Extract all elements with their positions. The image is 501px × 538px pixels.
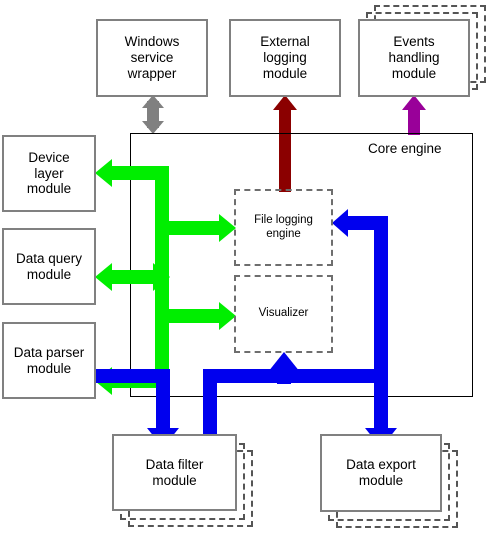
box-visualizer[interactable]: Visualizer <box>234 275 333 353</box>
box-device-layer-module[interactable]: Device layer module <box>2 135 96 212</box>
box-label-device-layer-module: Device layer module <box>26 149 72 197</box>
box-data-export-module[interactable]: Data export module <box>320 434 442 512</box>
box-label-windows-service-wrapper: Windows service wrapper <box>124 34 180 81</box>
box-label-data-query-module: Data query module <box>15 250 83 282</box>
box-label-external-logging-module: External logging module <box>260 34 310 81</box>
box-label-data-parser-module: Data parser module <box>13 344 85 376</box>
box-file-logging-engine[interactable]: File logging engine <box>234 189 333 266</box>
box-label-events-handling-module: Events handling module <box>388 34 440 81</box>
blue-bus-to-file-logging-connector <box>332 209 388 383</box>
box-label-file-logging-engine: File logging engine <box>254 213 313 240</box>
data-filter-to-visualizer-connector <box>203 352 388 439</box>
box-label-data-filter-module: Data filter module <box>145 456 204 488</box>
box-data-filter-module[interactable]: Data filter module <box>112 434 237 511</box>
box-label-data-export-module: Data export module <box>346 457 416 488</box>
diagram-canvas: Core engine Windows service wrapper Exte… <box>0 0 501 538</box>
box-data-query-module[interactable]: Data query module <box>2 228 96 305</box>
box-label-visualizer: Visualizer <box>258 307 309 320</box>
box-events-handling-module[interactable]: Events handling module <box>358 19 470 97</box>
box-data-parser-module[interactable]: Data parser module <box>2 322 96 399</box>
box-windows-service-wrapper[interactable]: Windows service wrapper <box>96 19 208 97</box>
green-bus <box>95 159 236 395</box>
box-external-logging-module[interactable]: External logging module <box>229 19 341 97</box>
